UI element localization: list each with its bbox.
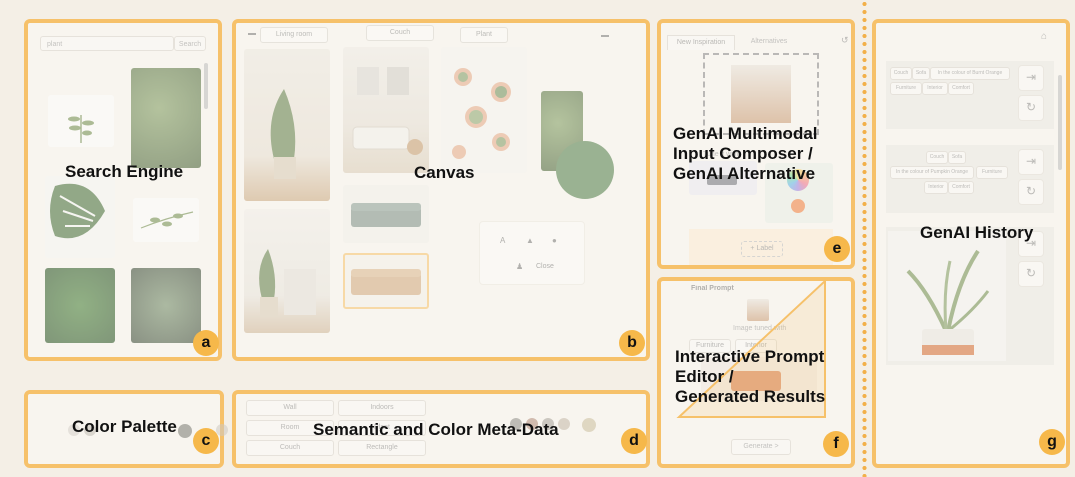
history-chip: Couch [926, 151, 948, 164]
branch-icon [140, 211, 194, 229]
canvas-image-white-room[interactable] [244, 209, 330, 333]
meta-color-swatch[interactable] [582, 418, 596, 432]
canvas-color-circle[interactable] [556, 141, 614, 199]
meta-color-swatch[interactable] [558, 418, 570, 430]
result-image-leaves[interactable] [131, 68, 201, 168]
history-entry-1[interactable]: Couch Sofa In the colour of Burnt Orange… [886, 61, 1054, 129]
history-import-icon[interactable]: ⇥ [1018, 65, 1044, 91]
history-chip: In the colour of Pumpkin Orange [890, 166, 974, 179]
drop-zone-image [731, 65, 791, 123]
composer-label: GenAI Multimodal Input Composer / GenAI … [673, 124, 818, 183]
canvas-toolbar: A ▲ ● ♟ Close [479, 221, 585, 285]
history-panel: ⌂ Couch Sofa In the colour of Burnt Oran… [872, 19, 1070, 468]
prompt-editor-label: Interactive Prompt Editor / Generated Re… [675, 347, 826, 406]
search-engine-label: Search Engine [65, 162, 184, 181]
panel-badge-e: e [824, 236, 850, 262]
canvas-tag-plant[interactable]: Plant [460, 27, 508, 43]
canvas-image-tan-sofa[interactable] [343, 253, 429, 309]
canvas-tag-couch[interactable]: Couch [366, 25, 434, 41]
add-label-button[interactable]: + Label [741, 241, 783, 257]
monstera-icon [50, 183, 105, 239]
result-image-branch[interactable] [133, 198, 199, 242]
metadata-panel: Wall Indoors Room Plant Couch Rectangle … [232, 390, 650, 468]
canvas-image-room-plant[interactable] [244, 49, 330, 201]
drop-zone[interactable] [703, 53, 819, 135]
canvas-image-living-room[interactable] [343, 47, 429, 173]
search-button[interactable]: Search [174, 36, 206, 51]
orange-swatch [791, 199, 805, 213]
canvas-tag-living-room[interactable]: Living room [260, 27, 328, 43]
history-scrollbar[interactable] [1058, 75, 1062, 170]
canvas-image-succulents[interactable] [441, 47, 527, 173]
plant-icon [259, 249, 316, 317]
sofa-icon [352, 67, 423, 155]
panel-badge-b: b [619, 330, 645, 356]
palette-swatch[interactable] [178, 424, 192, 438]
history-chip: Comfort [948, 181, 974, 194]
canvas-label: Canvas [414, 163, 475, 182]
history-chip: Furniture [976, 166, 1008, 179]
grey-sofa-icon [351, 203, 421, 227]
home-icon[interactable]: ⌂ [1041, 31, 1047, 42]
history-chip: In the colour of Burnt Orange [930, 67, 1010, 80]
undo-icon[interactable]: ↺ [841, 35, 849, 46]
canvas-panel: Living room Couch Plant A ▲ ● ♟ Close Ca… [232, 19, 650, 361]
history-chip: Interior [922, 82, 948, 95]
prompt-editor-panel: Final Prompt Image tuned with Furniture … [657, 277, 855, 468]
search-engine-panel: plant Search Search Engine a [24, 19, 222, 361]
succulent-icon [452, 68, 511, 159]
history-chip: Couch [890, 67, 912, 80]
canvas-minimize-right[interactable] [601, 35, 609, 37]
canvas-minimize-left[interactable] [248, 33, 256, 35]
history-entry-3[interactable]: ⇥ ↻ [886, 227, 1054, 365]
panel-badge-c: c [193, 428, 219, 454]
history-plant-image [888, 231, 1006, 361]
composer-panel: New Inspiration Alternatives ↺ Tune it w… [657, 19, 855, 269]
history-regenerate-icon[interactable]: ↻ [1018, 179, 1044, 205]
fern-icon [68, 115, 94, 143]
text-tool-icon[interactable]: A [500, 236, 505, 245]
history-regenerate-icon[interactable]: ↻ [1018, 95, 1044, 121]
metadata-label: Semantic and Color Meta-Data [313, 420, 559, 439]
plant-vase-icon [270, 89, 296, 179]
history-import-icon[interactable]: ⇥ [1018, 149, 1044, 175]
result-image-foliage[interactable] [45, 268, 115, 343]
meta-chip-rectangle[interactable]: Rectangle [338, 440, 426, 456]
panel-badge-a: a [193, 330, 219, 356]
search-input[interactable]: plant [40, 36, 174, 51]
history-regenerate-icon[interactable]: ↻ [1018, 261, 1044, 287]
person-icon[interactable]: ♟ [516, 262, 523, 271]
canvas-image-grey-sofa[interactable] [343, 185, 429, 243]
history-label: GenAI History [920, 223, 1034, 242]
palette-icon[interactable]: ● [552, 236, 557, 245]
history-entry-2[interactable]: Couch Sofa In the colour of Pumpkin Oran… [886, 145, 1054, 213]
meta-chip-couch[interactable]: Couch [246, 440, 334, 456]
history-chip: Interior [924, 181, 948, 194]
result-image-fern[interactable] [48, 95, 114, 147]
history-chip: Furniture [890, 82, 922, 95]
history-chip: Sofa [948, 151, 966, 164]
meta-chip-wall[interactable]: Wall [246, 400, 334, 416]
palette-swatch[interactable] [216, 424, 228, 436]
history-chip: Comfort [948, 82, 974, 95]
panel-badge-g: g [1039, 429, 1065, 455]
tab-new-inspiration[interactable]: New Inspiration [667, 35, 735, 50]
close-tool[interactable]: Close [536, 263, 554, 270]
color-palette-panel: Color Palette c [24, 390, 228, 468]
panel-badge-d: d [621, 428, 647, 454]
history-chip: Sofa [912, 67, 930, 80]
scrollbar[interactable] [204, 63, 208, 109]
result-image-monstera[interactable] [45, 176, 115, 258]
panel-badge-f: f [823, 431, 849, 457]
result-image-potted[interactable] [131, 268, 201, 343]
tan-sofa-icon [351, 269, 421, 295]
potted-plant-icon [906, 249, 990, 355]
section-separator [862, 0, 867, 477]
tab-alternatives[interactable]: Alternatives [741, 35, 797, 49]
color-palette-label: Color Palette [72, 417, 177, 436]
meta-chip-indoors[interactable]: Indoors [338, 400, 426, 416]
shapes-icon[interactable]: ▲ [526, 236, 534, 245]
